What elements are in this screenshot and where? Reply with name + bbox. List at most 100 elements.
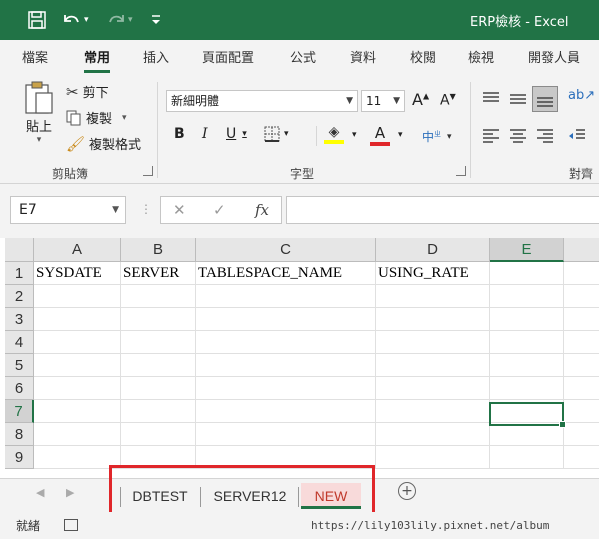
cell-f5[interactable] [564,354,599,377]
column-header-c[interactable]: C [196,238,376,262]
column-header-b[interactable]: B [121,238,196,262]
cell-f9[interactable] [564,446,599,469]
phonetic-button[interactable]: 中ㄓ ▾ [422,128,452,145]
cell-d9[interactable] [376,446,490,469]
cell-e8[interactable] [490,423,564,446]
enter-icon[interactable]: ✓ [213,201,226,219]
cell-e5[interactable] [490,354,564,377]
cell-b5[interactable] [121,354,196,377]
cell-e1[interactable] [490,262,564,285]
cell-c8[interactable] [196,423,376,446]
cell-c7[interactable] [196,400,376,423]
tab-review[interactable]: 校閱 [410,47,436,66]
cell-a4[interactable] [34,331,121,354]
undo-icon[interactable]: ▾ [62,8,89,32]
column-header-a[interactable]: A [34,238,121,262]
formula-input[interactable] [286,196,599,224]
cell-f4[interactable] [564,331,599,354]
fill-color-button[interactable]: ◈ [324,124,344,144]
copy-button[interactable]: 複製 ▾ [66,108,127,127]
align-bottom-button[interactable] [532,86,558,112]
cell-d6[interactable] [376,377,490,400]
tab-file[interactable]: 檔案 [22,47,48,66]
tab-page-layout[interactable]: 頁面配置 [202,47,254,66]
customize-qat-icon[interactable] [150,8,162,32]
align-right-button[interactable] [536,128,554,144]
tab-formulas[interactable]: 公式 [290,47,316,66]
cancel-icon[interactable]: ✕ [173,201,186,219]
cell-e9[interactable] [490,446,564,469]
cell-d8[interactable] [376,423,490,446]
cell-d3[interactable] [376,308,490,331]
scroll-tabs-right-icon[interactable]: ▶ [66,486,74,499]
cell-f6[interactable] [564,377,599,400]
undo-dropdown-icon[interactable]: ▾ [84,15,89,25]
add-sheet-icon[interactable]: + [398,482,416,500]
row-header[interactable]: 9 [5,446,34,469]
cell-d5[interactable] [376,354,490,377]
cell-f2[interactable] [564,285,599,308]
cell-f1[interactable] [564,262,599,285]
cell-b4[interactable] [121,331,196,354]
orientation-button[interactable]: ab↗ [568,88,595,103]
font-color-button[interactable]: A [370,124,390,146]
align-middle-button[interactable] [509,90,527,106]
cell-b8[interactable] [121,423,196,446]
borders-button[interactable]: ▾ [264,126,289,142]
column-header-d[interactable]: D [376,238,490,262]
row-header[interactable]: 3 [5,308,34,331]
cell-a5[interactable] [34,354,121,377]
column-header-f[interactable] [564,238,599,262]
align-left-button[interactable] [482,128,500,144]
cell-e3[interactable] [490,308,564,331]
cell-c2[interactable] [196,285,376,308]
decrease-indent-button[interactable] [568,128,586,144]
cell-e6[interactable] [490,377,564,400]
paste-dropdown-icon[interactable]: ▾ [37,135,42,145]
row-header[interactable]: 1 [5,262,34,285]
cell-a1[interactable]: SYSDATE [34,262,121,285]
row-header[interactable]: 8 [5,423,34,446]
cell-e2[interactable] [490,285,564,308]
cell-b6[interactable] [121,377,196,400]
font-launcher-icon[interactable] [456,166,466,176]
cell-b1[interactable]: SERVER [121,262,196,285]
cell-b3[interactable] [121,308,196,331]
cell-e4[interactable] [490,331,564,354]
cell-a2[interactable] [34,285,121,308]
tab-home[interactable]: 常用 [84,47,111,73]
cell-b7[interactable] [121,400,196,423]
save-icon[interactable] [28,8,46,32]
cell-f3[interactable] [564,308,599,331]
active-cell-e7[interactable] [489,402,566,428]
row-header[interactable]: 7 [5,400,34,423]
cell-c1[interactable]: TABLESPACE_NAME [196,262,376,285]
underline-button[interactable]: U ▾ [226,126,247,142]
copy-dropdown-icon[interactable]: ▾ [122,113,127,123]
column-header-e[interactable]: E [490,238,564,262]
cell-d4[interactable] [376,331,490,354]
tab-data[interactable]: 資料 [350,47,376,66]
clipboard-launcher-icon[interactable] [143,166,153,176]
format-painter-button[interactable]: 🖌 複製格式 [66,134,141,154]
cell-b2[interactable] [121,285,196,308]
row-header[interactable]: 2 [5,285,34,308]
select-all-button[interactable] [5,238,34,262]
cell-a9[interactable] [34,446,121,469]
cell-d1[interactable]: USING_RATE [376,262,490,285]
cell-f7[interactable] [564,400,599,423]
cell-d7[interactable] [376,400,490,423]
align-top-button[interactable] [482,90,500,106]
tab-developer[interactable]: 開發人員 [528,47,580,66]
italic-button[interactable]: I [202,126,208,142]
tab-insert[interactable]: 插入 [143,47,169,66]
scroll-tabs-left-icon[interactable]: ◀ [36,486,44,499]
row-header[interactable]: 4 [5,331,34,354]
cell-f8[interactable] [564,423,599,446]
cell-d2[interactable] [376,285,490,308]
cell-a6[interactable] [34,377,121,400]
cell-c4[interactable] [196,331,376,354]
decrease-font-size-button[interactable]: A▼ [440,92,456,109]
cell-c5[interactable] [196,354,376,377]
paste-button[interactable]: 貼上 ▾ [22,80,56,145]
